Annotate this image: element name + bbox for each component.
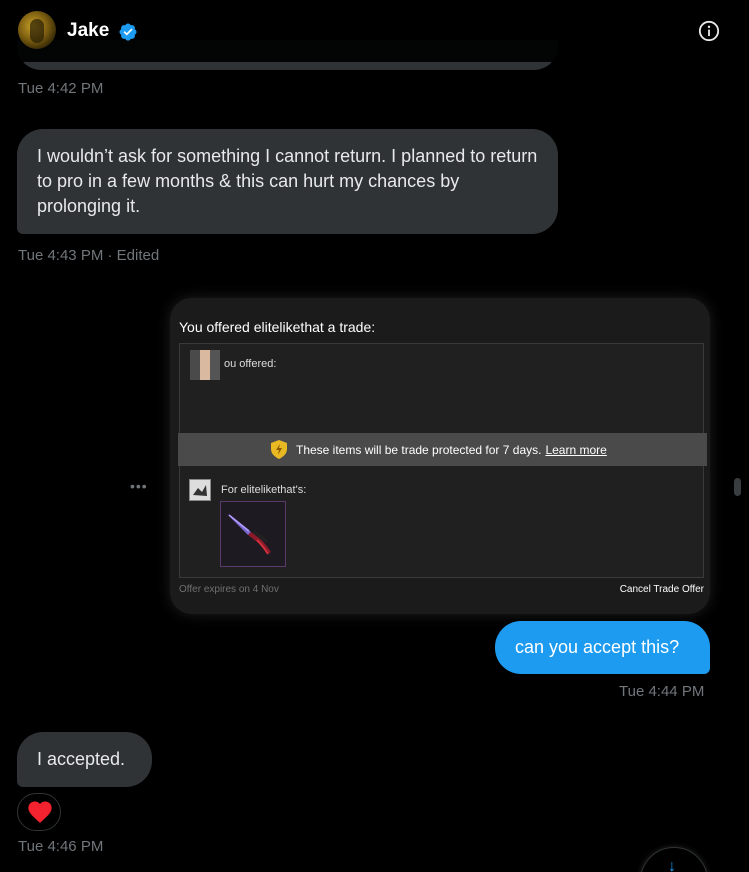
message-bubble-incoming[interactable]: I wouldn’t ask for something I cannot re… <box>17 129 558 234</box>
learn-more-link[interactable]: Learn more <box>545 443 606 457</box>
message-timestamp: Tue 4:43 PM · Edited <box>18 247 160 264</box>
message-bubble-incoming[interactable]: I accepted. <box>17 732 152 787</box>
protection-text: These items will be trade protected for … <box>296 443 542 457</box>
partner-avatar <box>189 479 211 501</box>
heart-icon <box>28 801 52 823</box>
trade-title: You offered elitelikethat a trade: <box>179 319 376 335</box>
cancel-trade-offer-link[interactable]: Cancel Trade Offer <box>620 584 704 595</box>
you-offered-label: ou offered: <box>224 358 277 370</box>
trade-item-knife[interactable] <box>220 501 286 567</box>
message-text: I wouldn’t ask for something I cannot re… <box>37 146 538 216</box>
trade-offer-card[interactable]: You offered elitelikethat a trade: ou of… <box>170 298 710 614</box>
message-reaction[interactable] <box>17 793 61 831</box>
more-options-button[interactable]: ••• <box>130 478 148 494</box>
message-text: can you accept this? <box>515 637 680 657</box>
trade-protection-banner: These items will be trade protected for … <box>178 433 707 466</box>
message-text: I accepted. <box>37 749 126 769</box>
contact-name[interactable]: Jake <box>67 20 109 42</box>
user-avatar-pixelated <box>190 350 220 380</box>
shield-icon <box>271 440 287 459</box>
message-timestamp: Tue 4:44 PM <box>619 683 705 700</box>
offer-expiry: Offer expires on 4 Nov <box>179 584 279 595</box>
conversation-header: Jake <box>0 0 728 62</box>
knife-icon <box>227 514 271 555</box>
message-timestamp: Tue 4:46 PM <box>18 838 104 855</box>
message-timestamp: Tue 4:42 PM <box>18 80 104 97</box>
scroll-to-bottom-button[interactable]: ↓ <box>640 847 708 872</box>
arrow-down-icon: ↓ <box>668 858 676 872</box>
message-bubble-outgoing[interactable]: can you accept this? <box>495 621 710 674</box>
trade-offer-panel: ou offered: These items will be trade pr… <box>178 343 707 578</box>
verified-badge-icon <box>119 23 137 41</box>
for-partner-label: For elitelikethat's: <box>221 484 307 496</box>
avatar[interactable] <box>18 11 56 49</box>
scrollbar-thumb[interactable] <box>734 478 741 496</box>
info-icon[interactable] <box>698 20 720 42</box>
